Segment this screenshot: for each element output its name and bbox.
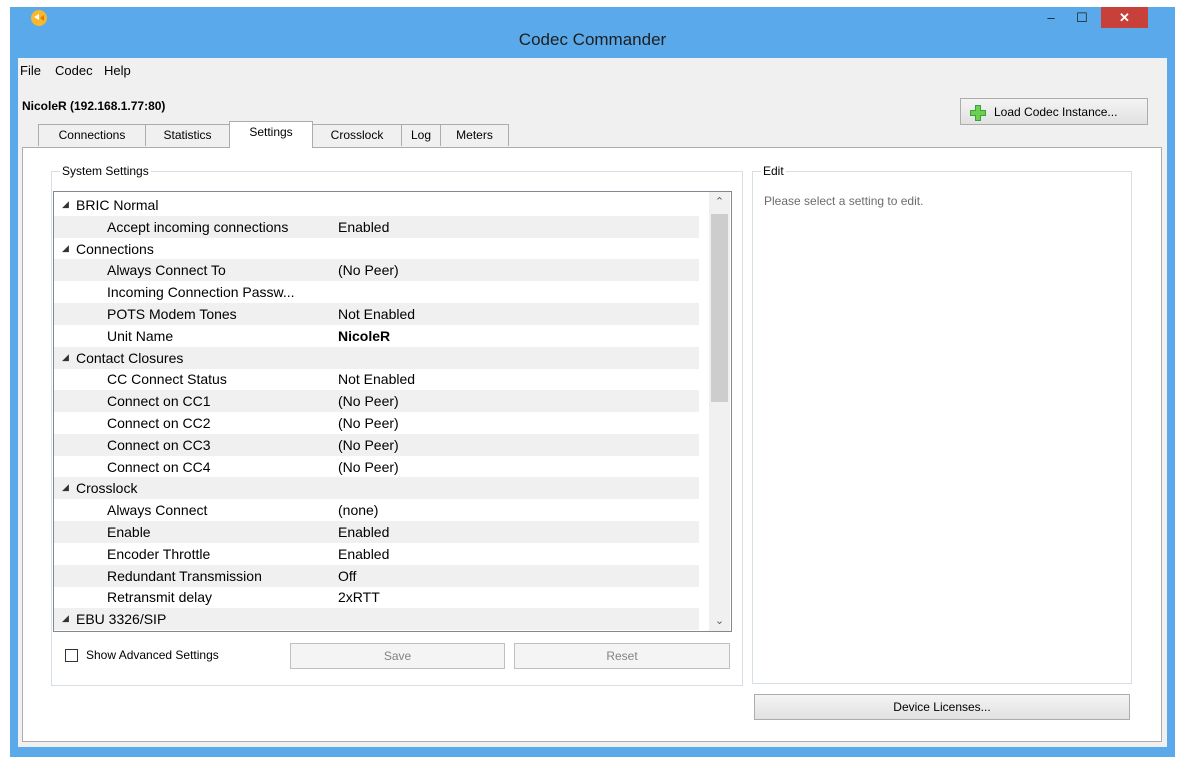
tab-settings[interactable]: Settings (229, 121, 313, 148)
setting-name: Enable (107, 524, 151, 540)
setting-row[interactable]: Incoming Connection Passw... (54, 281, 699, 303)
tree-category[interactable]: ◢ EBU 3326/SIP (54, 608, 699, 631)
setting-row[interactable]: Unit Name NicoleR (54, 325, 699, 347)
show-advanced-label: Show Advanced Settings (86, 648, 219, 662)
close-button[interactable]: ✕ (1101, 7, 1148, 28)
setting-name: Redundant Transmission (107, 567, 262, 584)
connection-label: NicoleR (192.168.1.77:80) (22, 99, 166, 113)
tab-crosslock[interactable]: Crosslock (312, 124, 402, 146)
scroll-thumb[interactable] (711, 214, 728, 402)
plus-icon (970, 105, 986, 121)
edit-title: Edit (761, 164, 786, 178)
tree-category[interactable]: ◢ Contact Closures (54, 346, 699, 369)
edit-group: Edit (752, 164, 1132, 684)
collapse-arrow-icon[interactable]: ◢ (62, 199, 69, 210)
setting-name: Connect on CC4 (107, 458, 211, 475)
setting-row[interactable]: Always Connect To (No Peer) (54, 259, 699, 282)
load-codec-instance-button[interactable]: Load Codec Instance... (960, 98, 1148, 125)
tree-category[interactable]: ◢ Connections (54, 238, 699, 260)
setting-value: (No Peer) (338, 436, 399, 453)
setting-value: (No Peer) (338, 393, 399, 410)
setting-name: Incoming Connection Passw... (107, 284, 295, 301)
setting-value: (none) (338, 502, 379, 519)
setting-value: NicoleR (338, 327, 391, 344)
codec-app-icon (31, 10, 47, 26)
minimize-button[interactable]: – (1037, 7, 1065, 28)
menu-codec[interactable]: Codec (55, 63, 93, 78)
setting-name: Encoder Throttle (107, 545, 211, 562)
setting-row[interactable]: POTS Modem Tones Not Enabled (54, 303, 699, 325)
menu-bar: File Codec Help (18, 58, 1167, 81)
window-title: Codec Commander (518, 30, 667, 49)
category-label: BRIC Normal (76, 197, 159, 213)
system-settings-title: System Settings (60, 164, 151, 178)
setting-name: Retransmit delay (107, 589, 213, 606)
tab-log[interactable]: Log (401, 124, 441, 146)
setting-name: Connect on CC2 (107, 415, 211, 431)
setting-name: CC Connect Status (107, 371, 227, 388)
tab-meters[interactable]: Meters (440, 124, 509, 146)
save-button[interactable]: Save (290, 643, 505, 669)
load-codec-instance-label: Load Codec Instance... (994, 105, 1118, 119)
setting-name: Connect on CC3 (107, 436, 211, 453)
setting-row[interactable]: CC Connect Status Not Enabled (54, 368, 699, 390)
setting-row[interactable]: Accept incoming connections Enabled (54, 215, 699, 238)
setting-row[interactable]: Encoder Throttle Enabled (54, 543, 699, 565)
setting-row[interactable]: Enable Enabled (54, 521, 699, 543)
settings-tree[interactable]: ◢ BRIC Normal Accept incoming connections E… (53, 191, 732, 632)
setting-name: Always Connect (107, 502, 208, 519)
setting-row[interactable]: Connect on CC3 (No Peer) (54, 433, 699, 456)
menu-file[interactable]: File (20, 63, 41, 78)
setting-row[interactable]: Connect on CC4 (No Peer) (54, 456, 699, 478)
setting-name: Always Connect To (107, 262, 226, 279)
title-bar[interactable]: Codec Commander – ☐ ✕ (10, 7, 1175, 57)
setting-value: (No Peer) (338, 262, 399, 279)
setting-row[interactable]: Redundant Transmission Off (54, 564, 699, 587)
setting-value: Enabled (338, 524, 390, 540)
reset-button[interactable]: Reset (514, 643, 730, 669)
collapse-arrow-icon[interactable]: ◢ (62, 352, 69, 363)
category-label: Crosslock (76, 480, 138, 497)
category-label: Connections (76, 240, 154, 257)
collapse-arrow-icon[interactable]: ◢ (62, 243, 69, 254)
setting-row[interactable]: Retransmit delay 2xRTT (54, 586, 699, 608)
setting-value: Off (338, 567, 357, 584)
menu-help[interactable]: Help (104, 63, 131, 78)
scroll-up-icon[interactable]: ⌃ (709, 192, 730, 212)
setting-name: Connect on CC1 (107, 393, 211, 410)
setting-value: (No Peer) (338, 415, 399, 431)
category-label: Contact Closures (76, 349, 184, 366)
setting-value: Not Enabled (338, 306, 416, 322)
show-advanced-checkbox[interactable] (65, 649, 78, 662)
setting-row[interactable]: Connect on CC2 (No Peer) (54, 412, 699, 434)
setting-value: Not Enabled (338, 371, 416, 388)
setting-name: Unit Name (107, 327, 174, 344)
setting-row[interactable]: Connect on CC1 (No Peer) (54, 390, 699, 413)
edit-hint: Please select a setting to edit. (764, 194, 924, 208)
category-label: EBU 3326/SIP (76, 611, 167, 628)
setting-name: POTS Modem Tones (107, 306, 237, 322)
tree-scrollbar[interactable]: ⌃ ⌄ (709, 192, 730, 631)
maximize-button[interactable]: ☐ (1068, 7, 1096, 28)
setting-value: 2xRTT (338, 589, 380, 606)
tab-connections[interactable]: Connections (38, 124, 146, 146)
setting-value: Enabled (338, 218, 390, 235)
scroll-down-icon[interactable]: ⌄ (709, 611, 730, 631)
setting-value: (No Peer) (338, 458, 399, 475)
tab-statistics[interactable]: Statistics (145, 124, 230, 146)
tree-category[interactable]: ◢ Crosslock (54, 477, 699, 500)
setting-name: Accept incoming connections (107, 218, 289, 235)
tree-category[interactable]: ◢ BRIC Normal (54, 194, 699, 216)
device-licenses-button[interactable]: Device Licenses... (754, 694, 1130, 720)
setting-row[interactable]: Always Connect (none) (54, 499, 699, 521)
setting-value: Enabled (338, 545, 390, 562)
collapse-arrow-icon[interactable]: ◢ (62, 482, 69, 493)
collapse-arrow-icon[interactable]: ◢ (62, 613, 69, 624)
